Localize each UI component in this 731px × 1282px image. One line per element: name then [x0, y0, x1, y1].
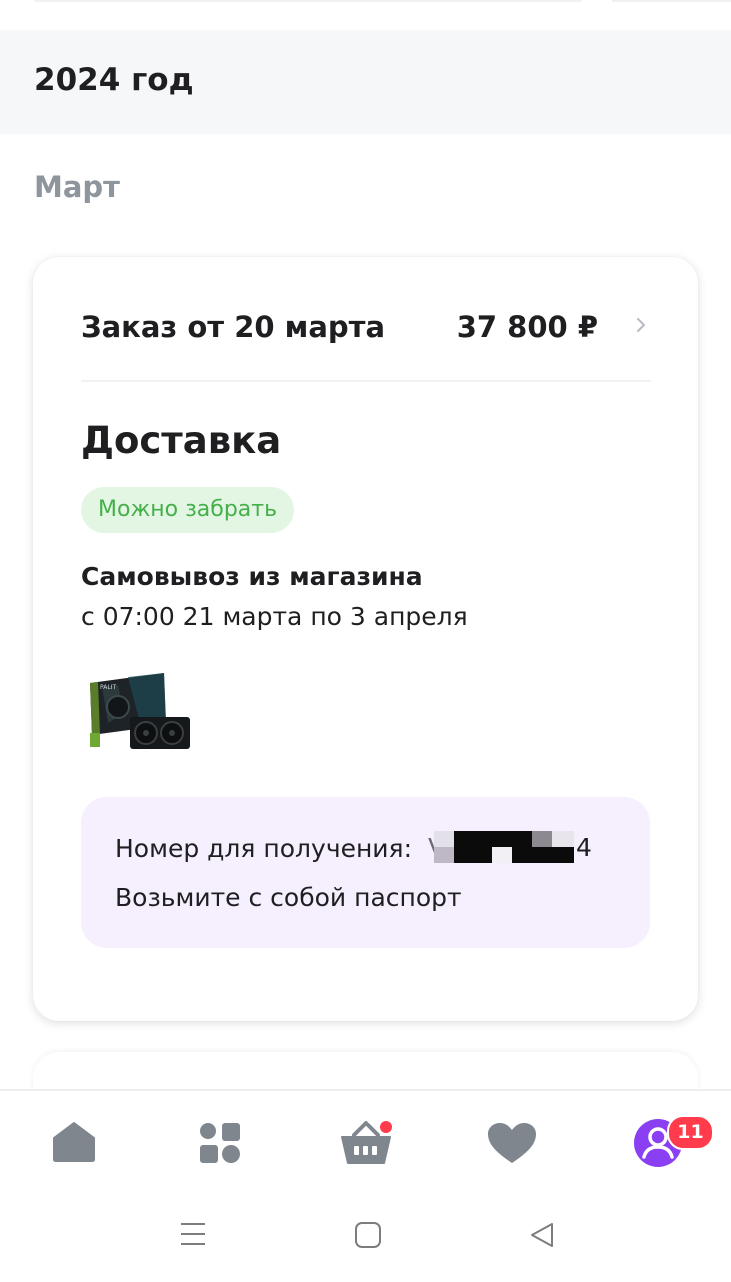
status-badge: Можно забрать: [81, 487, 295, 533]
recent-apps-icon[interactable]: [179, 1221, 207, 1247]
month-title: Март: [34, 170, 120, 204]
back-icon[interactable]: [528, 1221, 556, 1249]
home-icon: [53, 1122, 95, 1162]
pickup-code-masked: V 4: [428, 831, 596, 863]
pickup-code-row: Номер для получения: V 4: [115, 831, 596, 863]
year-title: 2024 год: [34, 62, 194, 98]
delivery-heading: Доставка: [81, 419, 282, 462]
pickup-method: Самовывоз из магазина: [81, 562, 423, 591]
order-price: 37 800 ₽: [456, 310, 598, 344]
pickup-code-box: Номер для получения: V 4 Возьмите с собо…: [81, 797, 650, 948]
basket-icon: [341, 1119, 394, 1164]
tab-basket[interactable]: [316, 1091, 416, 1191]
order-title: Заказ от 20 марта: [81, 310, 386, 344]
system-navigation-bar: [0, 1195, 731, 1280]
basket-dot: [378, 1119, 394, 1135]
passport-note: Возьмите с собой паспорт: [115, 883, 462, 912]
chevron-right-icon: [637, 318, 645, 332]
order-card[interactable]: Заказ от 20 марта 37 800 ₽ Доставка Можн…: [33, 257, 698, 1021]
order-header[interactable]: Заказ от 20 марта 37 800 ₽: [33, 257, 698, 381]
pickup-period: с 07:00 21 марта по 3 апреля: [81, 602, 468, 631]
tab-home[interactable]: [24, 1091, 124, 1191]
heart-icon: [488, 1123, 536, 1163]
svg-text:PALIT: PALIT: [100, 684, 116, 691]
catalog-icon: [200, 1123, 240, 1163]
tab-catalog[interactable]: [170, 1091, 270, 1191]
home-button-icon[interactable]: [354, 1221, 382, 1249]
previous-section-edge: [0, 0, 731, 30]
pickup-code-label: Номер для получения:: [115, 834, 413, 863]
divider: [81, 380, 651, 382]
product-thumbnail[interactable]: PALIT: [88, 673, 192, 753]
profile-notification-badge: 11: [667, 1115, 714, 1150]
tab-favorites[interactable]: [462, 1091, 562, 1191]
